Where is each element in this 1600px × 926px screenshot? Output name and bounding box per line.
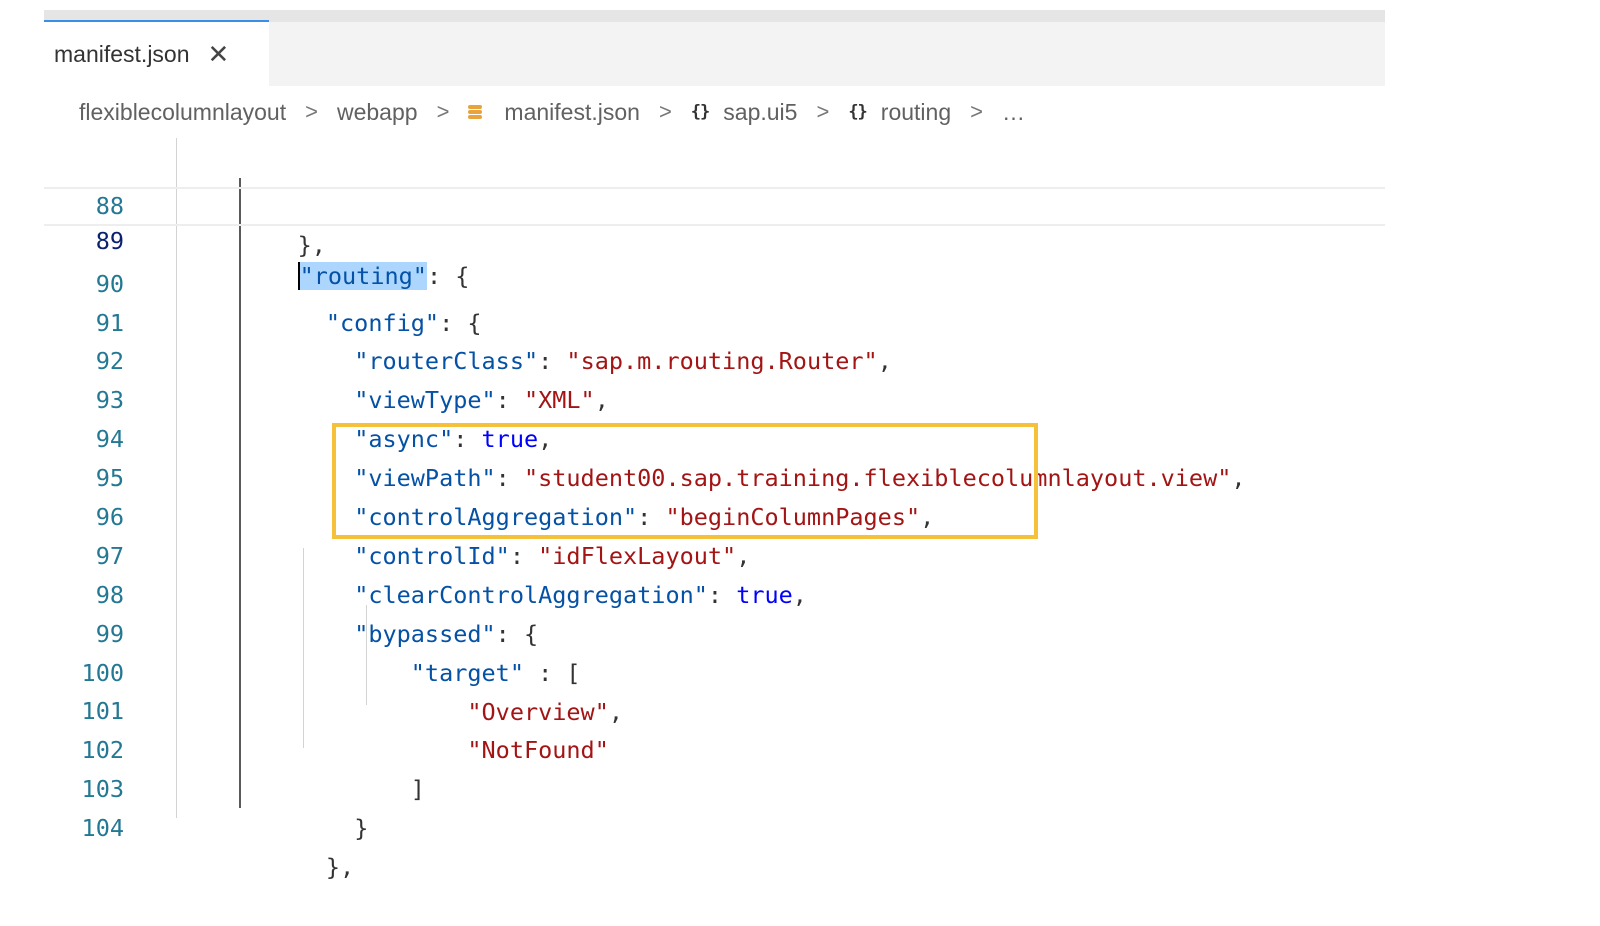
code-line[interactable]: 103 } (44, 731, 1385, 842)
breadcrumb-item-webapp[interactable]: webapp (337, 99, 418, 126)
code-line[interactable]: 94 "viewPath": "student00.sap.training.f… (44, 381, 1385, 492)
breadcrumb-label: routing (880, 98, 952, 125)
code-line[interactable]: 104 }, (44, 770, 1385, 881)
code-line[interactable]: 90 "config": { (44, 226, 1385, 337)
object-braces-icon: {} (848, 102, 868, 122)
code-line[interactable]: 92 "viewType": "XML", (44, 304, 1385, 414)
breadcrumb-item-more[interactable]: … (1002, 99, 1025, 126)
code-line-current[interactable]: 89 "routing": { (44, 186, 1385, 290)
breadcrumb-item-routing[interactable]: {} routing (848, 99, 951, 126)
breadcrumb-separator: > (970, 99, 983, 124)
code-line[interactable]: 102 ] (44, 692, 1385, 803)
breadcrumb-item-manifest-json[interactable]: manifest.json (468, 99, 640, 126)
breadcrumb-item-sap-ui5[interactable]: {} sap.ui5 (691, 99, 798, 126)
highlight-callout-box (332, 423, 1038, 539)
json-file-icon (468, 104, 483, 120)
code-line[interactable]: 99 "target" : [ (44, 576, 1385, 687)
code-line[interactable]: 93 "async": true, (44, 342, 1385, 453)
line-content: } (354, 814, 369, 843)
object-braces-icon: {} (690, 102, 711, 122)
breadcrumb-item-flexiblecolumnlayout[interactable]: flexiblecolumnlayout (79, 99, 286, 126)
tab-label[interactable]: manifest.json (54, 41, 190, 68)
close-icon[interactable]: ✕ (208, 41, 230, 67)
line-number: 104 (81, 814, 124, 843)
code-line[interactable]: 100 "Overview", (44, 615, 1385, 726)
line-content: }, (325, 853, 355, 882)
breadcrumb-label: sap.ui5 (723, 98, 798, 125)
code-line[interactable]: 91 "routerClass": "sap.m.routing.Router"… (44, 265, 1385, 376)
breadcrumb: flexiblecolumnlayout > webapp > manifest… (79, 94, 1025, 130)
code-line[interactable]: 98 "bypassed": { (44, 537, 1385, 648)
tab-manifest-json[interactable]: manifest.json ✕ (44, 20, 269, 86)
breadcrumb-separator: > (816, 99, 830, 124)
breadcrumb-separator: > (436, 99, 450, 124)
breadcrumb-separator: > (658, 99, 672, 124)
code-line[interactable]: 88 }, (44, 148, 1385, 259)
code-editor[interactable]: manifest.json ✕ flexiblecolumnlayout > w… (44, 10, 1385, 881)
code-line[interactable]: 101 "NotFound" (44, 654, 1385, 764)
tab-bar: manifest.json ✕ (44, 10, 1385, 86)
breadcrumb-label: manifest.json (504, 98, 640, 125)
breadcrumb-separator: > (305, 99, 318, 124)
